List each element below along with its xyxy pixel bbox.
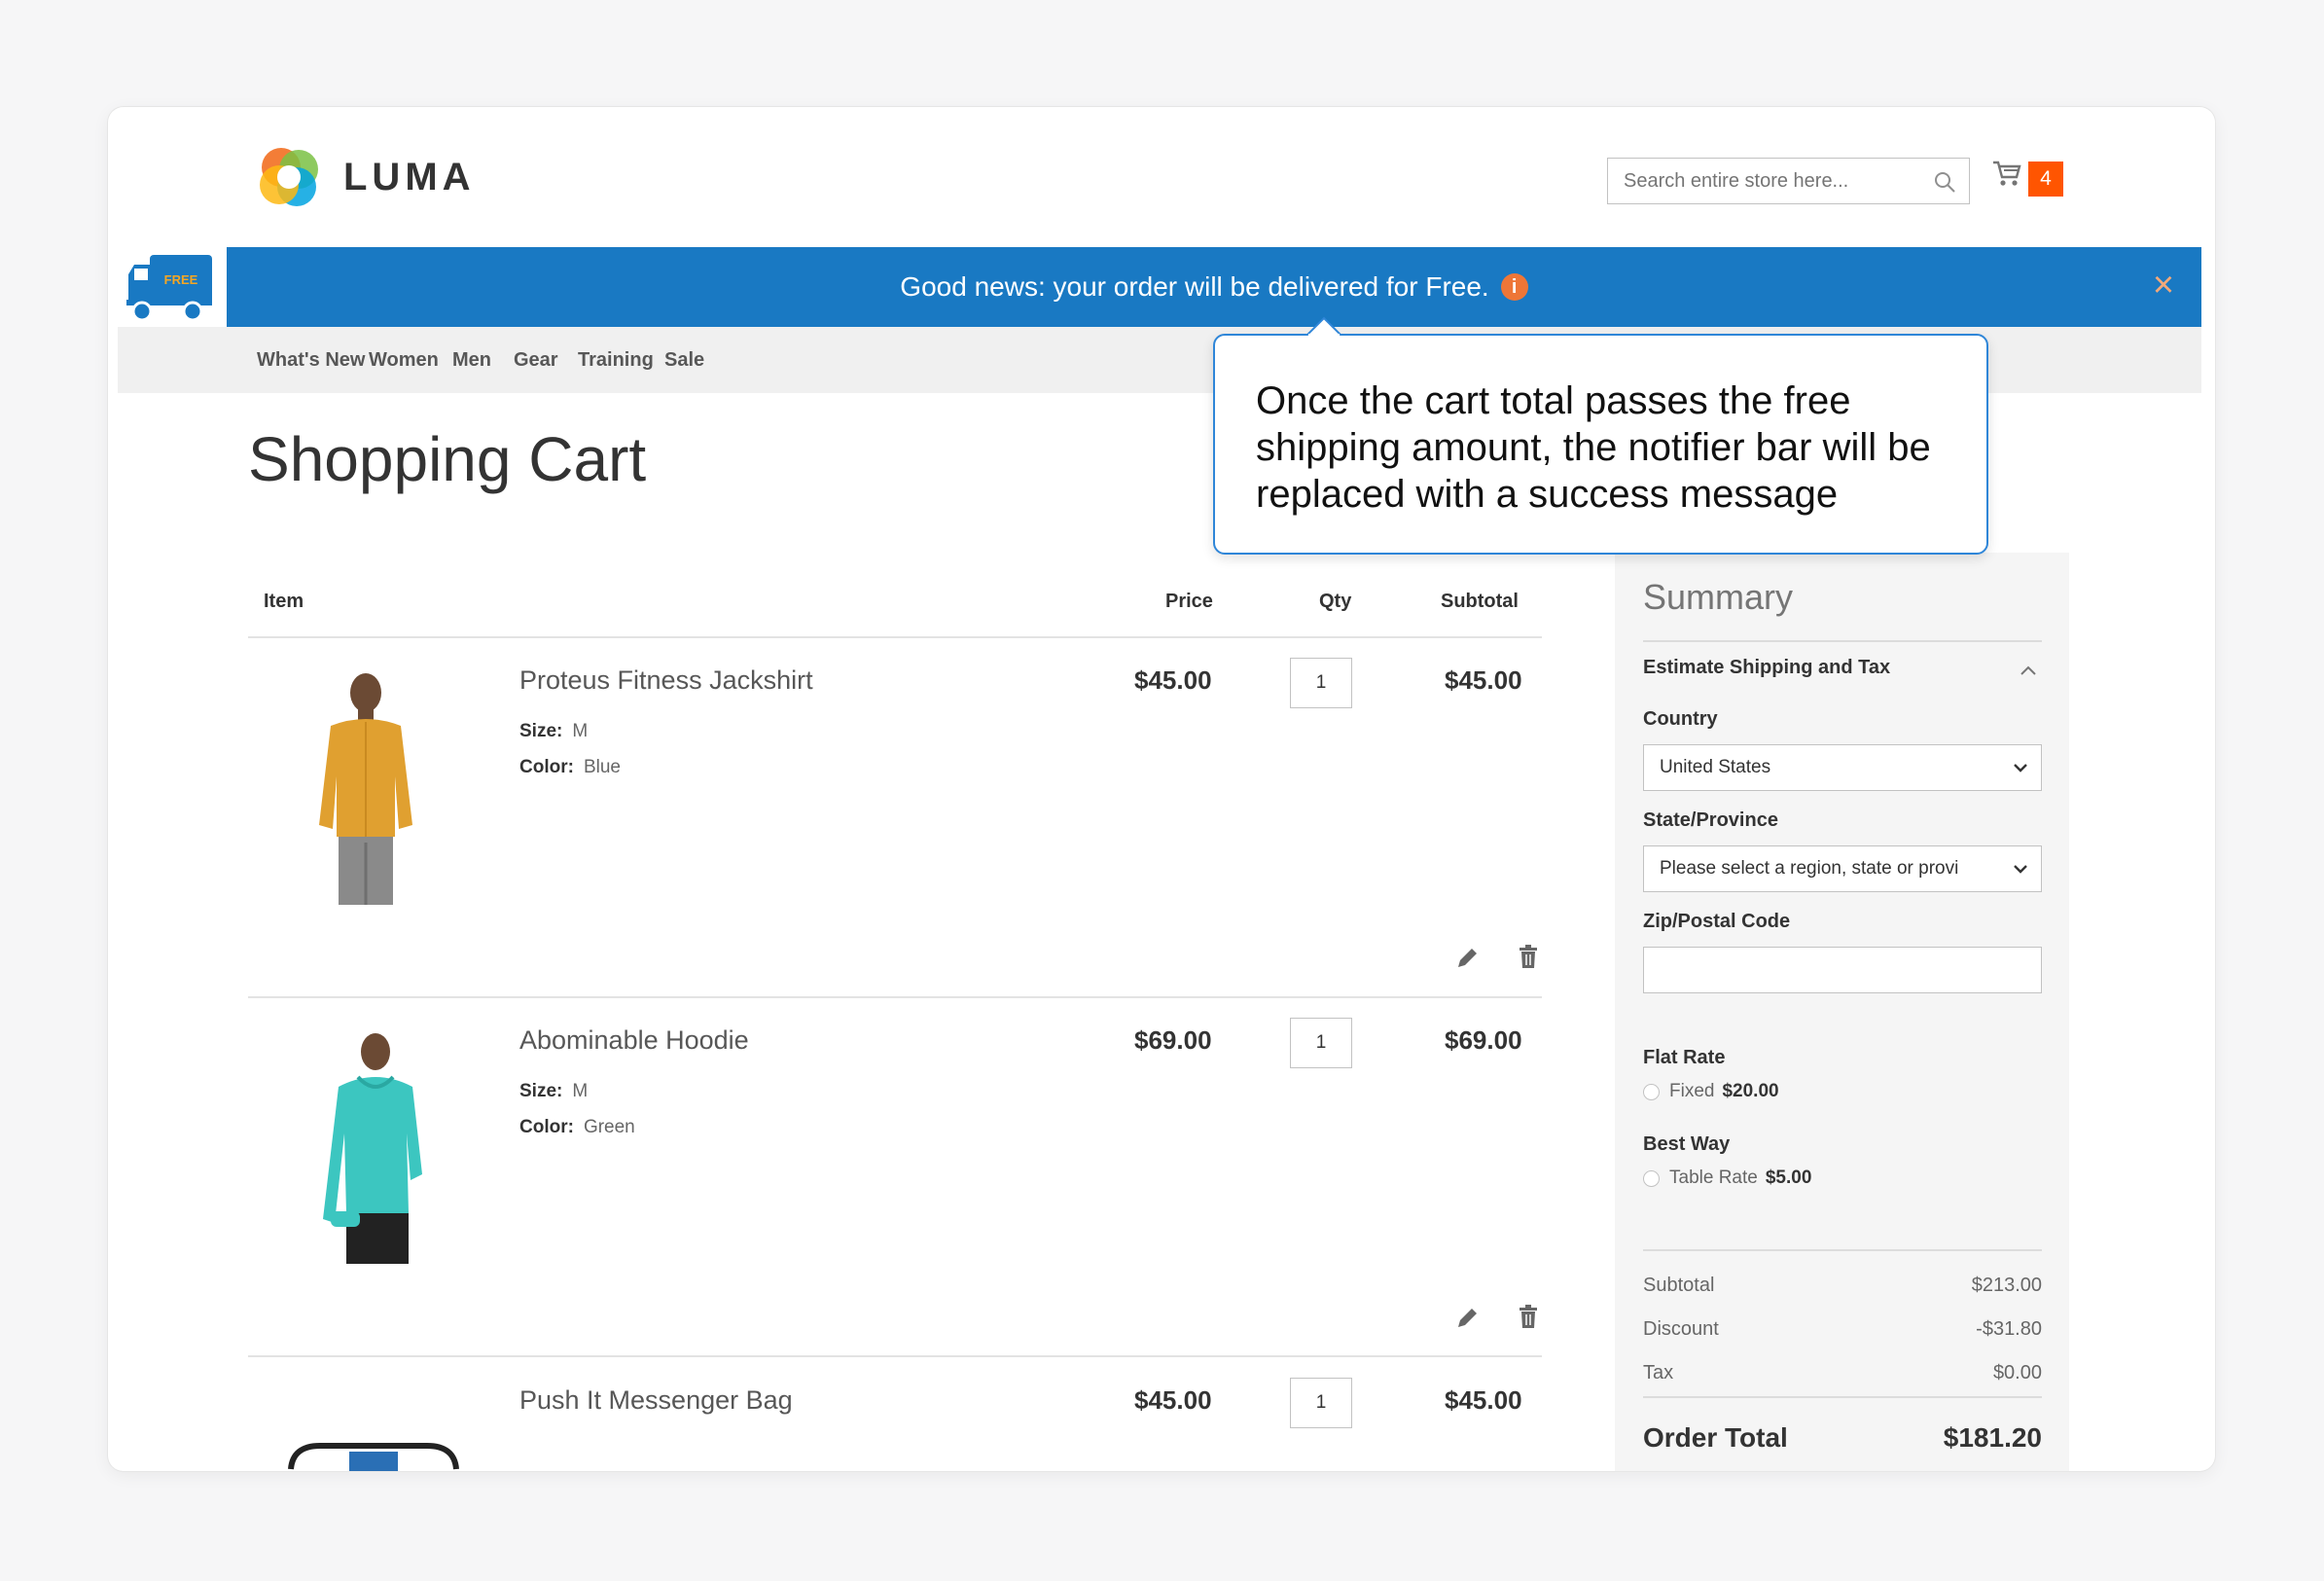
divider <box>248 1355 1542 1357</box>
estimate-shipping-toggle[interactable]: Estimate Shipping and Tax <box>1643 657 1890 679</box>
quantity-input[interactable] <box>1290 658 1352 708</box>
item-subtotal: $69.00 <box>1445 1025 1522 1055</box>
free-delivery-truck-icon: FREE <box>126 255 212 322</box>
search-input[interactable] <box>1622 159 1917 203</box>
option-label: Color: <box>519 757 574 777</box>
flat-rate-option[interactable]: Fixed $20.00 <box>1643 1081 1779 1102</box>
column-header-item: Item <box>264 591 304 612</box>
nav-item-training[interactable]: Training <box>578 327 654 393</box>
nav-item-whats-new[interactable]: What's New <box>257 327 365 393</box>
nav-item-men[interactable]: Men <box>452 327 491 393</box>
flat-rate-radio[interactable] <box>1643 1083 1660 1100</box>
zip-label: Zip/Postal Code <box>1643 911 1791 932</box>
option-label: Size: <box>519 1081 563 1101</box>
chevron-down-icon <box>2012 759 2029 776</box>
option-value: Blue <box>583 757 621 777</box>
column-header-qty: Qty <box>1319 591 1352 612</box>
callout-text: Once the cart total passes the free ship… <box>1256 379 1931 516</box>
page-title: Shopping Cart <box>248 424 647 494</box>
option-value: M <box>572 721 589 741</box>
subtotal-value: $213.00 <box>1971 1275 2042 1296</box>
product-option-size: Size: M <box>519 721 588 742</box>
logo-text: LUMA <box>343 155 476 198</box>
state-select[interactable]: Please select a region, state or provi <box>1643 845 2042 892</box>
product-name[interactable]: Proteus Fitness Jackshirt <box>519 665 813 696</box>
chevron-down-icon <box>2012 860 2029 878</box>
summary-title: Summary <box>1643 577 1794 617</box>
column-header-price: Price <box>1165 591 1213 612</box>
best-way-radio[interactable] <box>1643 1169 1660 1187</box>
divider <box>1643 1249 2042 1251</box>
product-option-color: Color: Green <box>519 1117 635 1138</box>
page-card: LUMA 4 FREE Good news: your order will b… <box>108 107 2215 1471</box>
option-label: Size: <box>519 721 563 741</box>
column-header-subtotal: Subtotal <box>1441 591 1519 612</box>
option-label: Color: <box>519 1117 574 1137</box>
item-price: $69.00 <box>1134 1025 1212 1055</box>
info-icon[interactable]: i <box>1500 273 1528 301</box>
product-image-messenger-bag[interactable] <box>281 1440 466 1471</box>
close-icon[interactable]: × <box>2147 267 2180 304</box>
store-logo[interactable]: LUMA <box>256 144 476 210</box>
divider <box>1643 1396 2042 1398</box>
best-way-price: $5.00 <box>1765 1168 1812 1188</box>
option-value: M <box>572 1081 589 1101</box>
order-total-value: $181.20 <box>1943 1422 2042 1453</box>
product-name[interactable]: Push It Messenger Bag <box>519 1385 793 1416</box>
divider <box>248 636 1542 638</box>
nav-item-sale[interactable]: Sale <box>664 327 704 393</box>
item-subtotal: $45.00 <box>1445 665 1522 695</box>
quantity-input[interactable] <box>1290 1378 1352 1428</box>
product-name[interactable]: Abominable Hoodie <box>519 1025 749 1056</box>
best-way-option-label: Table Rate <box>1669 1168 1758 1188</box>
country-value: United States <box>1660 757 1771 777</box>
search-icon[interactable] <box>1932 169 1957 195</box>
flat-rate-label: Flat Rate <box>1643 1047 1726 1068</box>
divider <box>248 996 1542 998</box>
best-way-label: Best Way <box>1643 1133 1731 1155</box>
edit-pencil-icon[interactable] <box>1452 1304 1482 1333</box>
product-option-size: Size: M <box>519 1081 588 1102</box>
discount-value: -$31.80 <box>1976 1318 2042 1340</box>
zip-input[interactable] <box>1643 947 2042 993</box>
order-total-label: Order Total <box>1643 1422 1788 1453</box>
country-select[interactable]: United States <box>1643 744 2042 791</box>
discount-label: Discount <box>1643 1318 1719 1340</box>
option-value: Green <box>583 1117 635 1137</box>
flat-rate-price: $20.00 <box>1722 1081 1779 1101</box>
item-price: $45.00 <box>1134 665 1212 695</box>
subtotal-label: Subtotal <box>1643 1275 1715 1296</box>
tax-value: $0.00 <box>1992 1362 2042 1383</box>
product-option-color: Color: Blue <box>519 757 621 778</box>
country-label: Country <box>1643 708 1718 730</box>
chevron-up-icon[interactable] <box>2019 664 2038 677</box>
luma-logo-icon <box>260 148 318 206</box>
notifier-message: Good news: your order will be delivered … <box>900 271 1489 302</box>
product-image-jackshirt[interactable] <box>298 669 434 911</box>
delete-trash-icon[interactable] <box>1514 942 1543 971</box>
cart-count-badge[interactable]: 4 <box>2028 162 2063 197</box>
cart-icon[interactable] <box>1991 158 2022 189</box>
state-value: Please select a region, state or provi <box>1660 858 1959 879</box>
tax-label: Tax <box>1643 1362 1674 1383</box>
divider <box>1643 640 2042 642</box>
item-subtotal: $45.00 <box>1445 1385 1522 1415</box>
product-image-hoodie[interactable] <box>309 1028 436 1270</box>
item-price: $45.00 <box>1134 1385 1212 1415</box>
nav-item-gear[interactable]: Gear <box>514 327 558 393</box>
free-shipping-notifier-bar: Good news: your order will be delivered … <box>227 247 2201 327</box>
delete-trash-icon[interactable] <box>1514 1302 1543 1331</box>
edit-pencil-icon[interactable] <box>1452 944 1482 973</box>
nav-item-women[interactable]: Women <box>369 327 439 393</box>
truck-label: FREE <box>164 272 198 287</box>
flat-rate-option-label: Fixed <box>1669 1081 1715 1101</box>
callout-pointer <box>1306 316 1341 336</box>
best-way-option[interactable]: Table Rate $5.00 <box>1643 1168 1811 1189</box>
state-label: State/Province <box>1643 809 1778 831</box>
search-box[interactable] <box>1607 158 1970 204</box>
quantity-input[interactable] <box>1290 1018 1352 1068</box>
